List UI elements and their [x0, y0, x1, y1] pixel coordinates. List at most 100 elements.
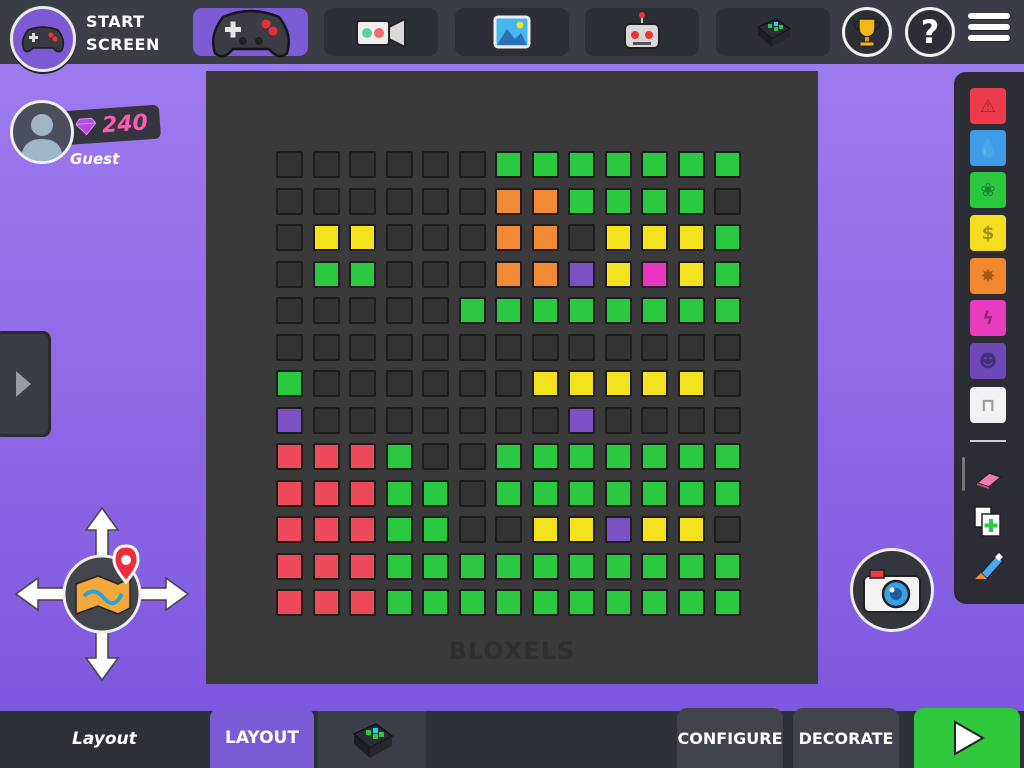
grid-cell[interactable] — [495, 443, 522, 470]
grid-cell[interactable] — [641, 552, 668, 580]
grid-cell[interactable] — [604, 479, 632, 507]
grid-cell[interactable] — [385, 297, 413, 324]
eraser-tool-button[interactable] — [970, 462, 1006, 498]
grid-cell[interactable] — [568, 589, 595, 616]
grid-cell[interactable] — [531, 479, 559, 507]
grid-cell[interactable] — [385, 589, 413, 616]
grid-cell[interactable] — [349, 187, 376, 215]
start-screen-label[interactable]: START SCREEN — [86, 10, 160, 56]
grid-cell[interactable] — [604, 443, 632, 470]
grid-cell[interactable] — [458, 516, 486, 543]
grid-cell[interactable] — [422, 516, 449, 543]
grid-cell[interactable] — [604, 516, 632, 543]
grid-cell[interactable] — [385, 552, 413, 580]
grid-cell[interactable] — [714, 297, 741, 324]
grid-cell[interactable] — [458, 443, 486, 470]
grid-cell[interactable] — [714, 187, 741, 215]
camera-button[interactable] — [850, 548, 934, 632]
grid-cell[interactable] — [276, 333, 303, 361]
grid-cell[interactable] — [641, 151, 668, 178]
grid-cell[interactable] — [677, 297, 705, 324]
grid-cell[interactable] — [677, 333, 705, 361]
grid-cell[interactable] — [531, 589, 559, 616]
grid-cell[interactable] — [458, 552, 486, 580]
grid-cell[interactable] — [531, 406, 559, 434]
gem-counter[interactable]: 240 — [58, 104, 162, 146]
palette-npc-block[interactable]: ☻ — [970, 343, 1006, 379]
grid-cell[interactable] — [312, 552, 340, 580]
grid-cell[interactable] — [312, 589, 340, 616]
grid-cell[interactable] — [714, 589, 741, 616]
grid-cell[interactable] — [604, 224, 632, 251]
grid-cell[interactable] — [604, 260, 632, 288]
grid-cell[interactable] — [276, 443, 303, 470]
help-button[interactable]: ? — [905, 7, 955, 57]
grid-cell[interactable] — [276, 552, 303, 580]
grid-cell[interactable] — [458, 333, 486, 361]
play-button[interactable] — [914, 708, 1020, 768]
grid-cell[interactable] — [385, 370, 413, 397]
grid-cell[interactable] — [568, 552, 595, 580]
grid-cell[interactable] — [714, 406, 741, 434]
grid-cell[interactable] — [641, 224, 668, 251]
palette-water-block[interactable]: 💧 — [970, 130, 1006, 166]
grid-cell[interactable] — [349, 443, 376, 470]
grid-cell[interactable] — [604, 151, 632, 178]
grid-cell[interactable] — [568, 333, 595, 361]
move-control[interactable] — [14, 506, 190, 682]
grid-cell[interactable] — [677, 443, 705, 470]
palette-enemy-block[interactable]: ✸ — [970, 258, 1006, 294]
grid-cell[interactable] — [641, 516, 668, 543]
grid-cell[interactable] — [385, 151, 413, 178]
grid-cell[interactable] — [312, 516, 340, 543]
tab-characters[interactable] — [585, 8, 699, 56]
grid-cell[interactable] — [312, 479, 340, 507]
grid-cell[interactable] — [531, 260, 559, 288]
grid-cell[interactable] — [495, 589, 522, 616]
tab-backgrounds[interactable] — [455, 8, 569, 56]
grid-cell[interactable] — [458, 297, 486, 324]
grid-cell[interactable] — [604, 589, 632, 616]
grid-cell[interactable] — [458, 479, 486, 507]
grid-cell[interactable] — [422, 224, 449, 251]
grid-cell[interactable] — [604, 297, 632, 324]
grid-cell[interactable] — [677, 260, 705, 288]
grid-cell[interactable] — [641, 260, 668, 288]
grid-cell[interactable] — [531, 151, 559, 178]
grid-cell[interactable] — [604, 333, 632, 361]
grid-cell[interactable] — [422, 187, 449, 215]
grid-cell[interactable] — [312, 260, 340, 288]
grid-cell[interactable] — [677, 479, 705, 507]
grid-cell[interactable] — [677, 516, 705, 543]
grid-cell[interactable] — [677, 187, 705, 215]
grid-cell[interactable] — [677, 151, 705, 178]
grid-cell[interactable] — [385, 260, 413, 288]
grid-cell[interactable] — [531, 516, 559, 543]
palette-hazard-block[interactable]: ⚠ — [970, 88, 1006, 124]
grid-cell[interactable] — [349, 516, 376, 543]
grid-cell[interactable] — [714, 479, 741, 507]
grid-cell[interactable] — [604, 370, 632, 397]
palette-story-block[interactable]: ⊓ — [970, 387, 1006, 423]
grid-cell[interactable] — [641, 443, 668, 470]
grid-cell[interactable] — [568, 187, 595, 215]
grid-cell[interactable] — [312, 224, 340, 251]
grid-cell[interactable] — [641, 589, 668, 616]
grid-cell[interactable] — [531, 552, 559, 580]
grid-cell[interactable] — [714, 333, 741, 361]
grid-cell[interactable] — [385, 187, 413, 215]
tab-animations[interactable] — [324, 8, 438, 56]
palette-power-up-block[interactable]: ϟ — [970, 300, 1006, 336]
copy-tool-button[interactable] — [970, 504, 1006, 540]
grid-cell[interactable] — [276, 187, 303, 215]
board-mode-button[interactable] — [318, 711, 426, 768]
tab-games[interactable] — [193, 8, 308, 58]
grid-cell[interactable] — [385, 224, 413, 251]
grid-cell[interactable] — [568, 370, 595, 397]
grid-cell[interactable] — [458, 589, 486, 616]
grid-cell[interactable] — [495, 406, 522, 434]
grid-cell[interactable] — [422, 370, 449, 397]
grid-cell[interactable] — [349, 406, 376, 434]
grid-cell[interactable] — [714, 151, 741, 178]
grid-cell[interactable] — [677, 224, 705, 251]
